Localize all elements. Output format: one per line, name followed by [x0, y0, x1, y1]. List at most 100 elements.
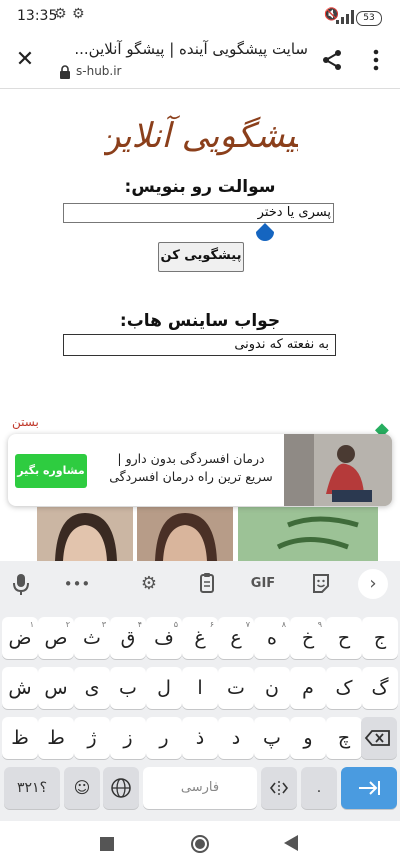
- key-number-hint: ۲: [65, 620, 70, 629]
- key-row3-4[interactable]: ذ: [182, 717, 218, 759]
- key-row2-2[interactable]: م: [290, 667, 326, 709]
- numbers-key[interactable]: ؟۳۲۱: [4, 767, 60, 809]
- key-row3-1[interactable]: و: [290, 717, 326, 759]
- key-row2-9[interactable]: س: [38, 667, 74, 709]
- key-label: ط: [47, 727, 65, 749]
- key-label: ه: [267, 627, 277, 649]
- page-title: سایت پیشگویی آینده | پیشگو آنلاین...: [76, 40, 308, 58]
- key-label: ذ: [195, 727, 205, 749]
- key-row2-0[interactable]: گ: [362, 667, 398, 709]
- sticker-icon[interactable]: [306, 571, 336, 597]
- home-circle-icon[interactable]: [190, 834, 210, 854]
- key-row2-4[interactable]: ت: [218, 667, 254, 709]
- key-row2-7[interactable]: ب: [110, 667, 146, 709]
- key-label: ن: [265, 677, 279, 699]
- key-number-hint: ۳: [101, 620, 106, 629]
- mic-icon[interactable]: [6, 571, 36, 597]
- predict-button[interactable]: پیشگویی کن: [158, 242, 244, 272]
- key-row1-8[interactable]: ث۳: [74, 617, 110, 659]
- key-row3-9[interactable]: ظ: [2, 717, 38, 759]
- key-row2-10[interactable]: ش: [2, 667, 38, 709]
- key-row1-6[interactable]: ف۵: [146, 617, 182, 659]
- key-label: ز: [123, 727, 133, 749]
- recents-square-icon[interactable]: [100, 837, 114, 851]
- key-row2-3[interactable]: ن: [254, 667, 290, 709]
- key-row1-1[interactable]: ح: [326, 617, 362, 659]
- close-icon[interactable]: ✕: [12, 47, 38, 73]
- key-label: ت: [227, 677, 245, 699]
- period-key[interactable]: .: [301, 767, 337, 809]
- key-row1-2[interactable]: خ۹: [290, 617, 326, 659]
- key-label: ب: [119, 677, 137, 699]
- back-triangle-icon[interactable]: [284, 835, 298, 851]
- key-row1-9[interactable]: ص۲: [38, 617, 74, 659]
- key-row3-0[interactable]: چ: [326, 717, 362, 759]
- key-row3-5[interactable]: ر: [146, 717, 182, 759]
- ad-text[interactable]: درمان افسردگی بدون دارو | سریع ترین راه …: [102, 450, 280, 486]
- status-bar: 13:35 ⚙ ⚙ 🔇 53: [0, 0, 400, 34]
- more-icon[interactable]: [370, 48, 382, 72]
- lock-icon[interactable]: [58, 65, 72, 79]
- share-icon[interactable]: [320, 48, 344, 72]
- question-input[interactable]: پسری یا دختر: [63, 203, 334, 223]
- key-label: ج: [373, 627, 387, 649]
- ad-cta-button[interactable]: مشاوره بگیر: [15, 454, 87, 488]
- gear-icon: ⚙: [72, 6, 85, 22]
- key-row1-4[interactable]: ع۷: [218, 617, 254, 659]
- key-row3-3[interactable]: د: [218, 717, 254, 759]
- key-label: و: [303, 727, 313, 749]
- ad-close-link[interactable]: بستن: [12, 415, 39, 429]
- more-icon[interactable]: •••: [62, 571, 92, 597]
- key-label: ل: [157, 677, 171, 699]
- key-label: ر: [159, 727, 169, 749]
- web-page: پیشگویی آنلاین سوالت رو بنویس: پسری یا د…: [0, 89, 400, 561]
- key-row1-3[interactable]: ه۸: [254, 617, 290, 659]
- cursor-move-key[interactable]: [261, 767, 297, 809]
- key-number-hint: ۹: [317, 620, 322, 629]
- key-label: ض: [8, 627, 32, 649]
- key-number-hint: ۴: [137, 620, 142, 629]
- emoji-key[interactable]: ☺: [64, 767, 100, 809]
- key-label: پ: [263, 727, 281, 749]
- key-row1-7[interactable]: ق۴: [110, 617, 146, 659]
- enter-key[interactable]: [341, 767, 397, 809]
- gif-button[interactable]: GIF: [248, 571, 278, 597]
- key-row1-5[interactable]: غ۶: [182, 617, 218, 659]
- backspace-key[interactable]: [361, 717, 397, 759]
- key-number-hint: ۶: [209, 620, 214, 629]
- key-label: خ: [301, 627, 315, 649]
- space-bar[interactable]: فارسی: [143, 767, 257, 809]
- key-label: ظ: [11, 727, 29, 749]
- key-label: س: [44, 677, 68, 699]
- globe-key[interactable]: [103, 767, 139, 809]
- key-row3-8[interactable]: ط: [38, 717, 74, 759]
- key-row2-5[interactable]: ا: [182, 667, 218, 709]
- ad-card[interactable]: درمان افسردگی بدون دارو | سریع ترین راه …: [8, 434, 392, 506]
- key-label: غ: [194, 627, 206, 649]
- key-row3-2[interactable]: پ: [254, 717, 290, 759]
- key-label: م: [302, 677, 314, 699]
- ad-banner-image: [37, 507, 133, 561]
- key-row1-10[interactable]: ض۱: [2, 617, 38, 659]
- key-row1-0[interactable]: ج: [362, 617, 398, 659]
- key-row2-6[interactable]: ل: [146, 667, 182, 709]
- key-row3-7[interactable]: ژ: [74, 717, 110, 759]
- clipboard-icon[interactable]: [192, 571, 222, 597]
- chevron-right-icon[interactable]: ›: [358, 569, 388, 599]
- keyboard: ••• ⚙ GIF › جحخ۹ه۸ع۷غ۶ف۵ق۴ث۳ص۲ض۱ گکمنتال…: [0, 561, 400, 821]
- ad-banner-image: [137, 507, 233, 561]
- text-cursor-handle[interactable]: [256, 223, 274, 241]
- gear-icon[interactable]: ⚙: [134, 571, 164, 597]
- status-time: 13:35: [17, 8, 58, 24]
- key-row2-8[interactable]: ی: [74, 667, 110, 709]
- key-label: ک: [335, 677, 353, 699]
- key-label: ح: [337, 627, 351, 649]
- key-number-hint: ۸: [281, 620, 286, 629]
- gear-icon: ⚙: [54, 6, 67, 22]
- ad-thumbnail: [284, 434, 392, 506]
- key-number-hint: ۱: [29, 620, 34, 629]
- key-label: ا: [197, 677, 203, 699]
- url-text[interactable]: s-hub.ir: [76, 64, 122, 78]
- key-row2-1[interactable]: ک: [326, 667, 362, 709]
- key-row3-6[interactable]: ز: [110, 717, 146, 759]
